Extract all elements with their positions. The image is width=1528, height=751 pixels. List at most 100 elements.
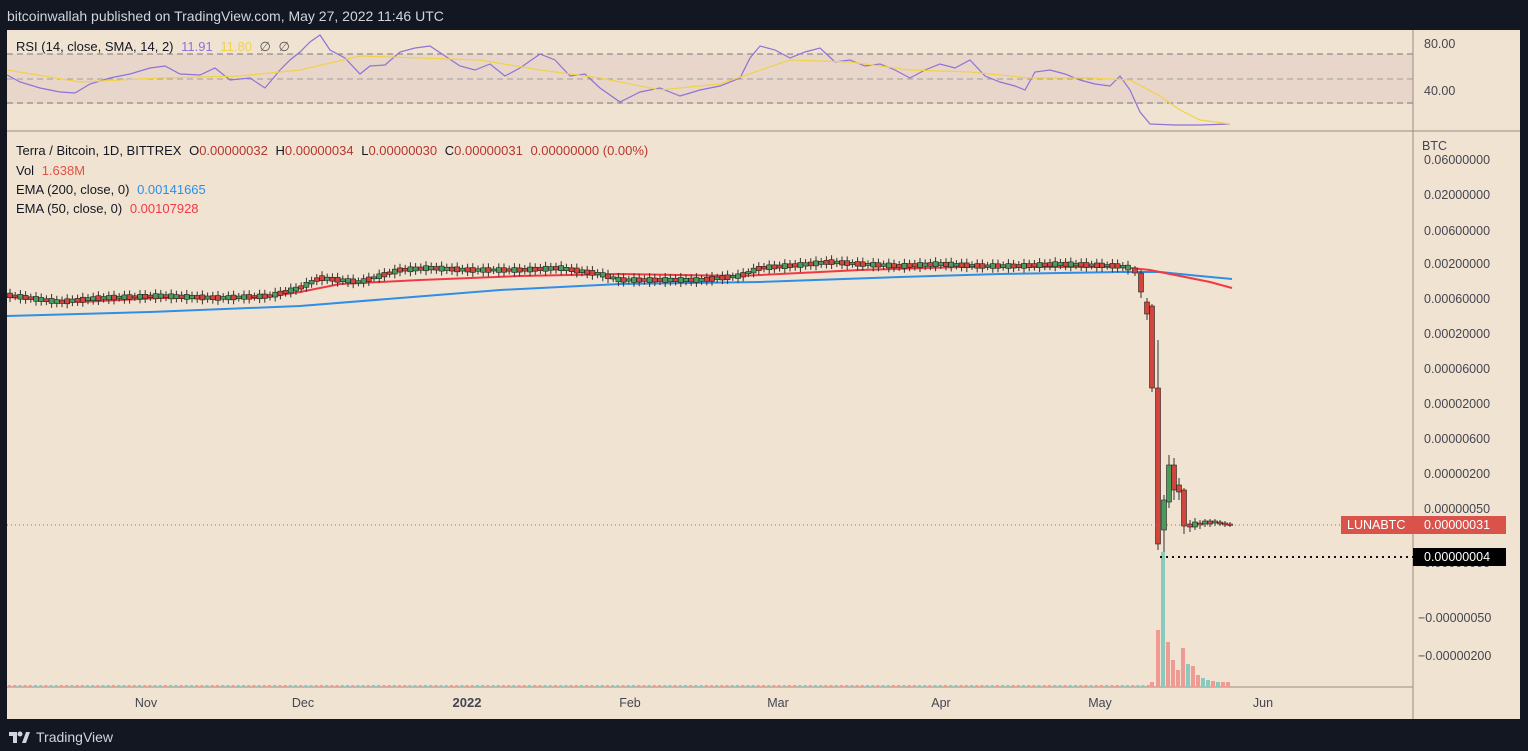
candle-body	[714, 276, 721, 280]
volume-bar	[1089, 685, 1093, 687]
volume-bar	[866, 685, 869, 687]
volume-bar	[1171, 660, 1175, 687]
x-tick-label: May	[1088, 696, 1112, 710]
candle-body	[865, 262, 871, 266]
candle-body	[885, 262, 892, 269]
volume-bar	[164, 685, 167, 687]
volume-bar	[507, 685, 511, 687]
chart-svg[interactable]: 80.00 40.00 BTC 0.06000000 0.02000000 0.00…	[0, 30, 1528, 721]
volume-bar	[694, 685, 698, 687]
ema200-legend: EMA (200, close, 0) 0.00141665	[16, 182, 210, 197]
tradingview-logo-icon	[9, 731, 30, 743]
hidden-icon-2[interactable]: ∅	[279, 39, 290, 54]
candle-body	[1166, 464, 1172, 503]
rsi-legend-sma-value: 11.80	[220, 39, 252, 54]
volume-bar	[668, 685, 672, 687]
candle-body	[995, 263, 1001, 269]
candle-body	[771, 264, 778, 270]
volume-bar	[320, 685, 323, 687]
volume-bar	[221, 685, 225, 687]
volume-bar	[268, 685, 271, 687]
volume-bar	[1186, 664, 1190, 687]
candle-body	[365, 276, 372, 282]
candle-body	[719, 275, 726, 281]
volume-bar	[153, 685, 157, 687]
volume-bar	[210, 685, 214, 687]
candle-body	[412, 266, 419, 272]
volume-bar	[1037, 685, 1041, 687]
volume-bar	[470, 685, 474, 687]
candle-body	[953, 263, 960, 267]
volume-bar	[522, 685, 526, 687]
candle-body	[1155, 387, 1161, 545]
candle-body	[917, 262, 923, 268]
volume-bar	[335, 685, 339, 687]
volume-bar	[819, 685, 823, 687]
candle-body	[267, 294, 273, 298]
volume-bar	[642, 685, 646, 687]
candle-body	[100, 296, 107, 300]
price-tick: 0.00060000	[1424, 292, 1490, 306]
candle-body	[1057, 262, 1064, 266]
candle-body	[397, 267, 403, 273]
candle-body	[537, 267, 544, 271]
candle-body	[870, 261, 877, 268]
candle-body	[303, 282, 310, 288]
candle-body	[969, 264, 975, 268]
candle-body	[729, 275, 736, 279]
candle-body	[391, 268, 398, 275]
candle-body	[59, 299, 65, 304]
volume-bar	[39, 685, 43, 687]
x-tick-label: Feb	[619, 696, 641, 710]
volume-bar	[704, 685, 708, 687]
volume-bar	[1201, 678, 1205, 687]
candle-body	[501, 267, 507, 273]
volume-bar	[1016, 685, 1020, 687]
volume-bar	[663, 685, 667, 687]
hidden-icon-1[interactable]: ∅	[260, 39, 271, 54]
ema50-legend: EMA (50, close, 0) 0.00107928	[16, 201, 203, 216]
tradingview-brand[interactable]: TradingView	[8, 729, 113, 745]
candle-body	[355, 280, 362, 284]
candle-body	[428, 265, 435, 271]
candle-body	[64, 298, 70, 305]
volume-bar	[590, 685, 594, 687]
volume-bar	[262, 685, 266, 687]
volume-bar	[673, 685, 677, 687]
volume-bar	[101, 685, 105, 687]
candle-body	[1036, 262, 1043, 268]
candle-body	[230, 294, 237, 301]
volume-bar	[954, 685, 958, 687]
candle-body	[672, 277, 679, 283]
volume-bar	[424, 685, 427, 687]
candle-body	[698, 278, 705, 282]
volume-bar	[658, 685, 661, 687]
candle-body	[943, 261, 949, 267]
candle-body	[568, 267, 575, 272]
candle-body	[589, 270, 596, 276]
volume-bar	[283, 685, 287, 687]
candle-body	[802, 262, 809, 267]
volume-bar	[897, 685, 901, 687]
candle-body	[875, 262, 882, 268]
chart-frame[interactable]: 80.00 40.00 BTC 0.06000000 0.02000000 0.00…	[0, 30, 1528, 721]
volume-label: Vol	[16, 163, 35, 178]
candle-body	[532, 266, 539, 272]
volume-bar	[777, 685, 781, 687]
volume-bar	[242, 685, 245, 687]
volume-bar	[190, 685, 193, 687]
candle-body	[937, 262, 944, 266]
candle-body	[1144, 301, 1150, 315]
ema200-label: EMA (200, close, 0)	[16, 182, 130, 197]
volume-bar	[626, 685, 630, 687]
volume-bar	[1156, 630, 1160, 687]
volume-bar	[377, 685, 381, 687]
volume-bar	[91, 685, 95, 687]
volume-bar	[1206, 680, 1210, 687]
volume-bar	[1048, 685, 1051, 687]
volume-bar	[1146, 685, 1150, 687]
volume-bar	[720, 685, 724, 687]
close-label: C	[444, 143, 455, 158]
volume-bar	[13, 685, 17, 687]
candle-body	[1094, 262, 1100, 268]
